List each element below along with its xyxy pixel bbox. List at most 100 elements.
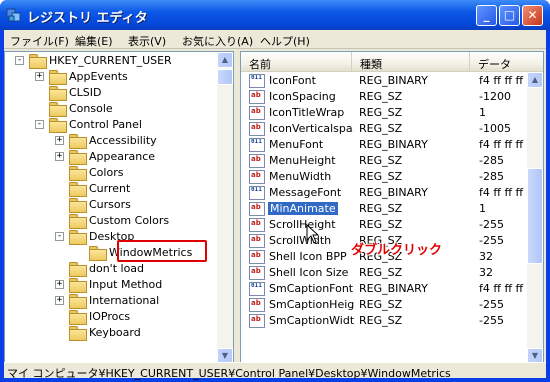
- value-name: IconVerticalspa...: [269, 122, 354, 135]
- minimize-button[interactable]: _: [476, 5, 497, 26]
- status-bar: マイ コンピュータ¥HKEY_CURRENT_USER¥Control Pane…: [4, 362, 546, 380]
- ab-string-icon: ab: [249, 170, 265, 184]
- value-row[interactable]: 011 110 IconFont REG_BINARY f4 ff ff ff: [241, 73, 531, 89]
- value-name: SmCaptionHeight: [269, 298, 354, 311]
- value-row[interactable]: ab MinAnimate REG_SZ 1: [241, 201, 531, 217]
- tree-node-label: Appearance: [89, 150, 156, 163]
- scroll-thumb[interactable]: [217, 69, 233, 85]
- column-header-type[interactable]: 種類: [352, 52, 470, 71]
- registry-values-list[interactable]: 名前 種類 データ 011 110 IconFont REG_BINARY f4 ff…: [240, 51, 544, 365]
- registry-editor-window: レジストリ エディタ _ □ ✕ ファイル(F) 編集(E) 表示(V) お気に…: [0, 0, 550, 382]
- ab-string-icon: ab: [249, 154, 265, 168]
- value-name: MenuHeight: [269, 154, 336, 167]
- value-type: REG_BINARY: [359, 282, 428, 295]
- collapse-icon[interactable]: -: [55, 232, 64, 241]
- binary-value-icon: 011 110: [249, 186, 265, 200]
- expand-icon[interactable]: +: [55, 152, 64, 161]
- menu-view[interactable]: 表示(V): [128, 33, 166, 49]
- value-name: Shell Icon Size: [269, 266, 349, 279]
- value-row[interactable]: ab IconVerticalspa... REG_SZ -1005: [241, 121, 531, 137]
- folder-icon: [29, 54, 47, 69]
- value-row[interactable]: ab Shell Icon Size REG_SZ 32: [241, 265, 531, 281]
- folder-icon: [69, 278, 87, 293]
- ab-string-icon: ab: [249, 90, 265, 104]
- tree-vertical-scrollbar[interactable]: ▲ ▼: [217, 52, 233, 364]
- folder-icon: [69, 214, 87, 229]
- value-data: -285: [479, 154, 504, 167]
- menu-help[interactable]: ヘルプ(H): [260, 33, 310, 49]
- value-row[interactable]: ab MenuHeight REG_SZ -285: [241, 153, 531, 169]
- value-row[interactable]: 011 110 MenuFont REG_BINARY f4 ff ff ff: [241, 137, 531, 153]
- value-name: IconFont: [269, 74, 316, 87]
- scroll-up-arrow-icon[interactable]: ▲: [217, 52, 233, 68]
- collapse-icon[interactable]: -: [35, 120, 44, 129]
- value-row[interactable]: ab ScrollHeight REG_SZ -255: [241, 217, 531, 233]
- folder-icon: [69, 294, 87, 309]
- value-data: -285: [479, 170, 504, 183]
- value-row[interactable]: ab SmCaptionHeight REG_SZ -255: [241, 297, 531, 313]
- title-bar[interactable]: レジストリ エディタ _ □ ✕: [0, 0, 550, 30]
- value-type: REG_SZ: [359, 218, 403, 231]
- value-data: -1005: [479, 122, 511, 135]
- column-header-name[interactable]: 名前: [241, 52, 352, 71]
- ab-string-icon: ab: [249, 314, 265, 328]
- expand-icon[interactable]: +: [55, 136, 64, 145]
- menu-file[interactable]: ファイル(F): [10, 33, 69, 49]
- collapse-icon[interactable]: -: [15, 56, 24, 65]
- tree-node-label: HKEY_CURRENT_USER: [49, 54, 172, 67]
- value-data: -255: [479, 234, 504, 247]
- ab-string-icon: ab: [249, 106, 265, 120]
- value-name: MenuFont: [269, 138, 324, 151]
- ab-string-icon: ab: [249, 234, 265, 248]
- value-row[interactable]: ab IconTitleWrap REG_SZ 1: [241, 105, 531, 121]
- maximize-button[interactable]: □: [499, 5, 520, 26]
- value-row[interactable]: ab SmCaptionWidth REG_SZ -255: [241, 313, 531, 329]
- value-data: 1: [479, 202, 486, 215]
- list-vertical-scrollbar[interactable]: ▲ ▼: [527, 72, 543, 364]
- value-data: -1200: [479, 90, 511, 103]
- folder-icon: [69, 134, 87, 149]
- scroll-up-arrow-icon[interactable]: ▲: [527, 72, 543, 88]
- expand-icon[interactable]: +: [35, 72, 44, 81]
- value-type: REG_BINARY: [359, 138, 428, 151]
- menu-favorites[interactable]: お気に入り(A): [182, 33, 253, 49]
- annotation-label: ダブルクリック: [351, 243, 443, 258]
- column-header-data[interactable]: データ: [470, 52, 543, 71]
- value-type: REG_SZ: [359, 122, 403, 135]
- value-data: 32: [479, 250, 493, 263]
- tree-node-label: Cursors: [89, 198, 131, 211]
- ab-string-icon: ab: [249, 218, 265, 232]
- folder-icon: [69, 166, 87, 181]
- registry-key-tree[interactable]: - HKEY_CURRENT_USER + AppEvents CLSID Console…: [4, 51, 234, 365]
- value-row[interactable]: 011 110 SmCaptionFont REG_BINARY f4 ff ff f…: [241, 281, 531, 297]
- value-type: REG_SZ: [359, 314, 403, 327]
- value-data: 32: [479, 266, 493, 279]
- folder-icon: [69, 230, 87, 245]
- ab-string-icon: ab: [249, 122, 265, 136]
- value-data: -255: [479, 314, 504, 327]
- value-row[interactable]: 011 110 MessageFont REG_BINARY f4 ff ff ff: [241, 185, 531, 201]
- tree-node-label: Console: [69, 102, 113, 115]
- value-type: REG_SZ: [359, 154, 403, 167]
- registry-editor-icon: [6, 8, 21, 22]
- binary-value-icon: 011 110: [249, 282, 265, 296]
- folder-icon: [69, 326, 87, 341]
- value-row[interactable]: ab IconSpacing REG_SZ -1200: [241, 89, 531, 105]
- folder-icon: [69, 198, 87, 213]
- value-row[interactable]: ab MenuWidth REG_SZ -285: [241, 169, 531, 185]
- close-button[interactable]: ✕: [522, 5, 543, 26]
- window-title: レジストリ エディタ: [27, 11, 148, 26]
- tree-node-label: Input Method: [89, 278, 163, 291]
- scroll-thumb[interactable]: [527, 168, 543, 264]
- tree-node-label: don't load: [89, 262, 145, 275]
- folder-icon: [49, 86, 67, 101]
- menu-edit[interactable]: 編集(E): [75, 33, 113, 49]
- expand-icon[interactable]: +: [55, 296, 64, 305]
- value-type: REG_BINARY: [359, 74, 428, 87]
- value-name: SmCaptionFont: [269, 282, 354, 295]
- tree-node-label: IOProcs: [89, 310, 131, 323]
- expand-icon[interactable]: +: [55, 280, 64, 289]
- value-data: -255: [479, 298, 504, 311]
- menu-bar: ファイル(F) 編集(E) 表示(V) お気に入り(A) ヘルプ(H): [4, 30, 546, 49]
- tree-node-label: Colors: [89, 166, 124, 179]
